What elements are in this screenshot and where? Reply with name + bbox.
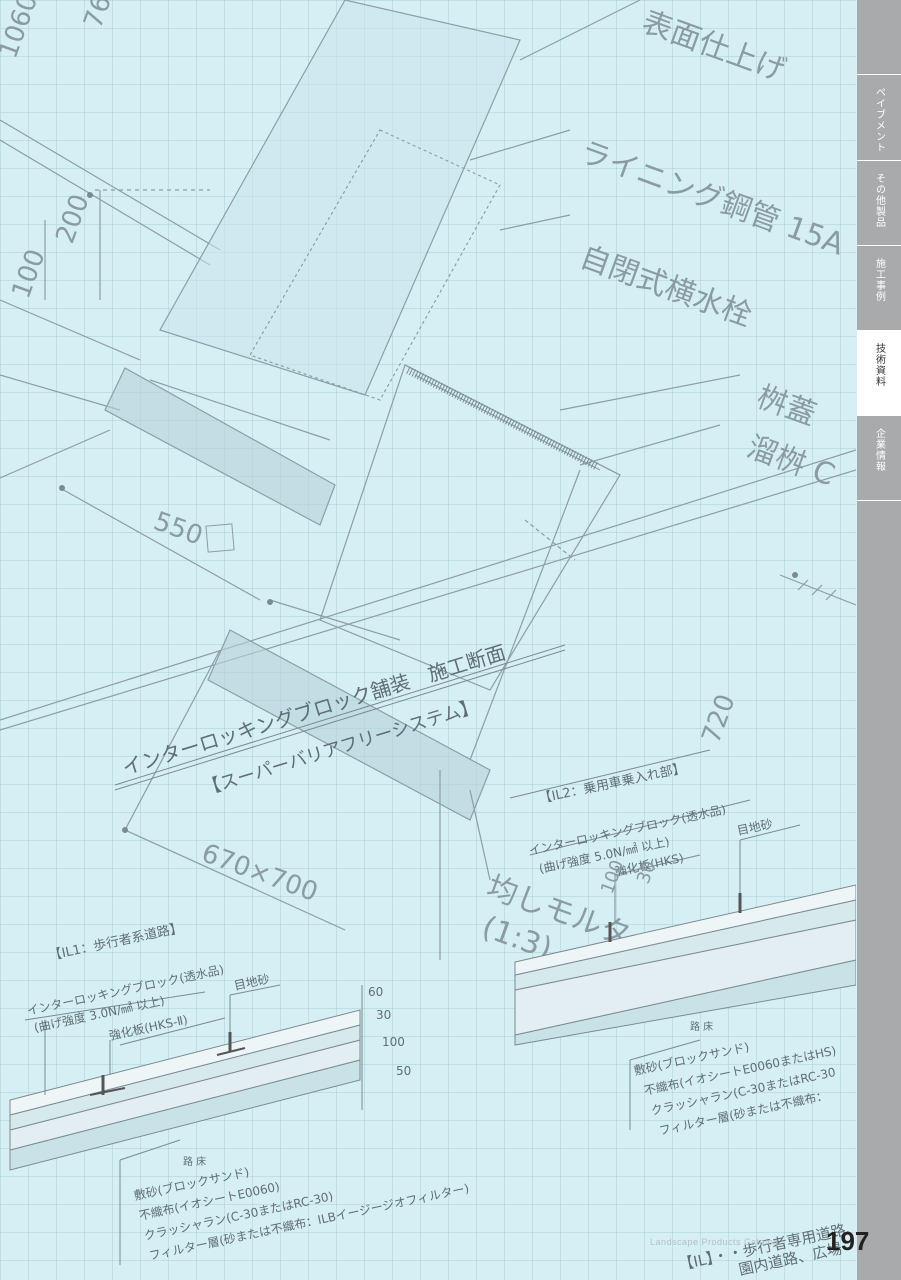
dim-760: 760 <box>78 0 123 32</box>
il2-dim-0: 100 <box>597 857 628 896</box>
label-tamari-masu: 溜桝 C <box>742 430 839 494</box>
tab-pavement[interactable]: ペイブメント <box>857 74 901 160</box>
tab-case-studies[interactable]: 施工事例 <box>857 245 901 330</box>
drawing-svg: 表面仕上げ ライニング鋼管 15A 自閉式横水栓 桝蓋 溜桝 C 均しモルタ (… <box>0 0 856 1279</box>
il2-subgrade: 路 床 <box>690 1020 713 1033</box>
label-masu-lid: 桝蓋 <box>752 380 820 433</box>
technical-drawing-background: 表面仕上げ ライニング鋼管 15A 自閉式横水栓 桝蓋 溜桝 C 均しモルタ (… <box>0 0 856 1280</box>
tab-other-products-label: その他製品 <box>873 173 885 228</box>
tab-case-studies-label: 施工事例 <box>873 258 885 302</box>
il2-title: 【IL2：乗用車乗入れ部】 <box>538 761 687 807</box>
label-faucet: 自閉式横水栓 <box>575 240 756 334</box>
il1-dim-1: 30 <box>376 1008 391 1022</box>
label-surface-finish: 表面仕上げ <box>637 5 790 89</box>
il1-dim-3: 50 <box>396 1064 411 1078</box>
tab-technical-data-label: 技術資料 <box>873 343 885 387</box>
tab-other-products[interactable]: その他製品 <box>857 160 901 245</box>
dim-1060: 1060 <box>0 0 44 62</box>
dim-550: 550 <box>150 506 207 551</box>
il1-dim-0: 60 <box>368 985 383 999</box>
il1-plate: 強化板(HKS-Ⅱ) <box>108 1013 189 1043</box>
catalog-footer-text: Landscape Products Catalog <box>650 1237 779 1247</box>
section-sidebar: ペイブメント その他製品 施工事例 技術資料 企業情報 <box>857 0 901 1280</box>
il1-joint: 目地砂 <box>233 972 271 993</box>
il1-subgrade: 路 床 <box>183 1155 206 1168</box>
tab-technical-data[interactable]: 技術資料 <box>857 330 901 415</box>
il1-title: 【IL1：歩行者系道路】 <box>48 920 185 964</box>
tab-company-info-label: 企業情報 <box>873 428 885 472</box>
label-lining-pipe: ライニング鋼管 15A <box>575 135 849 263</box>
tab-pavement-label: ペイブメント <box>873 87 885 153</box>
il1-dim-2: 100 <box>382 1035 405 1049</box>
dim-670x700: 670×700 <box>198 838 322 908</box>
page-number: 197 <box>826 1226 870 1256</box>
il2-joint: 目地砂 <box>736 817 774 838</box>
dim-720: 720 <box>696 690 741 747</box>
dim-200: 200 <box>50 190 95 247</box>
tab-company-info[interactable]: 企業情報 <box>857 415 901 501</box>
